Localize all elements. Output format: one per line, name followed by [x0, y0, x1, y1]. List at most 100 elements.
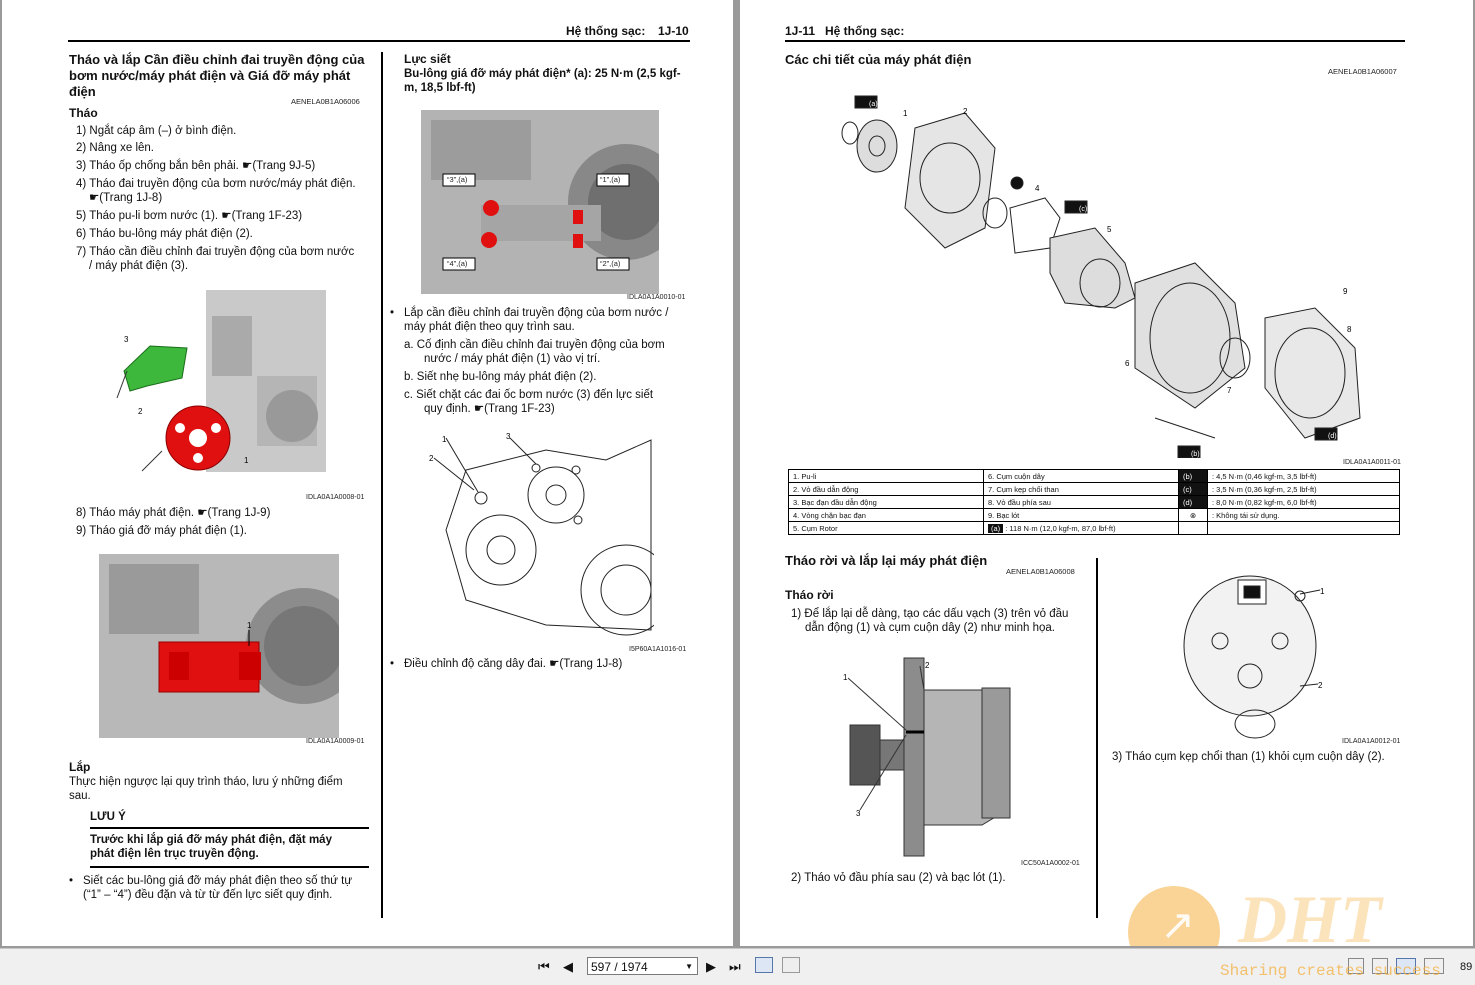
bullet-2-line2: máy phát điện theo quy trình sau.	[404, 321, 575, 333]
table-cell: : 4,5 N·m (0,46 kgf-m, 3,5 lbf-ft)	[1207, 469, 1400, 483]
step-3: 3) Tháo ốp chống bắn bên phải. ☛(Trang 9…	[76, 160, 316, 172]
note-title: LƯU Ý	[90, 811, 126, 823]
figure-4-caption: I5P60A1A1016-01	[629, 646, 687, 653]
figure-5-caption: IDLA0A1A0011-01	[1343, 459, 1401, 466]
next-page-button[interactable]: ▶	[706, 959, 716, 975]
table-cell: 6. Cụm cuộn dây	[983, 469, 1179, 483]
svg-text:(a): (a)	[869, 101, 878, 108]
torque-icon-cell: (b)	[1178, 469, 1208, 483]
svg-text:2: 2	[1318, 681, 1323, 690]
svg-text:2: 2	[925, 661, 930, 670]
table-row: 4. Vòng chặn bạc đạn 9. Bạc lót ⊗ : Khôn…	[788, 508, 1400, 522]
svg-text:5: 5	[1107, 225, 1112, 234]
fig3-label-2: “2”,(a)	[600, 259, 621, 268]
install-text-line2: sau.	[69, 790, 91, 802]
table-row: 5. Cụm Rotor (a) : 118 N·m (12,0 kgf-m, …	[788, 521, 1400, 535]
torque-line2: m, 18,5 lbf-ft)	[404, 82, 476, 94]
fit-width-icon[interactable]	[782, 957, 800, 973]
previous-page-button[interactable]: ◀	[563, 959, 573, 975]
bullet-1-line1: Siết các bu-lông giá đỡ máy phát điện th…	[83, 875, 353, 887]
note-bottom-rule	[90, 866, 369, 868]
svg-text:7: 7	[1227, 386, 1232, 395]
remove-heading: Tháo	[69, 106, 98, 120]
section-title-line2: bơm nước/máy phát điện và Giá đỡ máy phá…	[69, 68, 351, 83]
sub-step-c-line1: c. Siết chặt các đai ốc bơm nước (3) đến…	[404, 389, 654, 401]
chevron-down-icon[interactable]: ▼	[685, 958, 693, 976]
note-top-rule	[90, 827, 369, 829]
page-number-value: 597 / 1974	[591, 960, 648, 974]
fig3-label-1: “1”,(a)	[600, 175, 621, 184]
figure-brush-holder: 1 2	[1180, 566, 1330, 741]
bullet-1-line2: (“1” – “4”) đều đặn và từ từ đến lực siế…	[83, 889, 333, 901]
left-page-number: 1J-10	[658, 24, 689, 38]
disassembly-step-1-line2: dẫn động (1) và cụm cuộn dây (2) như min…	[805, 622, 1055, 634]
figure-bracket-removal: 1	[99, 554, 362, 738]
bullet-3-dot: •	[390, 658, 395, 670]
svg-text:2: 2	[138, 407, 143, 416]
left-page: Hệ thống sạc: 1J-10 Tháo và lắp Cần điều…	[2, 0, 733, 946]
svg-text:1: 1	[843, 673, 848, 682]
note-body-line2: phát điện lên trục truyền động.	[90, 848, 259, 860]
table-cell: 5. Cụm Rotor	[788, 521, 984, 535]
components-title: Các chi tiết của máy phát điện	[785, 52, 972, 67]
svg-text:(d): (d)	[1328, 433, 1337, 440]
sub-step-b: b. Siết nhẹ bu-lông máy phát điện (2).	[404, 371, 597, 383]
svg-text:(c): (c)	[1079, 206, 1087, 213]
table-cell: 2. Vỏ đầu dẫn động	[788, 482, 984, 496]
step-7-cont: / máy phát điện (3).	[89, 260, 189, 272]
figure-2-caption: IDLA0A1A0009-01	[306, 738, 365, 745]
figure-water-pump-drawing: 1 2 3	[426, 430, 672, 645]
section-title-line1: Tháo và lắp Cần điều chỉnh đai truyền độ…	[69, 52, 365, 67]
disassembly-step-2: 2) Tháo vỏ đầu phía sau (2) và bạc lót (…	[791, 872, 1006, 884]
svg-text:6: 6	[1125, 359, 1130, 368]
svg-text:8: 8	[1347, 325, 1352, 334]
section-code: AENELA0B1A06006	[291, 97, 360, 106]
page-number-input[interactable]: 597 / 1974 ▼	[587, 957, 698, 975]
svg-text:3: 3	[856, 809, 861, 818]
section-title-line3: điện	[69, 84, 96, 99]
step-5: 5) Tháo pu-li bơm nước (1). ☛(Trang 1F-2…	[76, 210, 303, 222]
table-cell: 3. Bạc đạn đầu dẫn động	[788, 495, 984, 509]
install-text-line1: Thực hiện ngược lại quy trình tháo, lưu …	[69, 776, 343, 788]
step-1: 1) Ngắt cáp âm (–) ở bình điện.	[76, 125, 237, 137]
table-row: 1. Pu-li 6. Cụm cuộn dây (b) : 4,5 N·m (…	[788, 469, 1400, 483]
step-8: 8) Tháo máy phát điện. ☛(Trang 1J-9)	[76, 507, 271, 519]
figure-alternator-exploded: (a) (c) (b) (d) 1 2 4 5 6 7 8 9	[835, 88, 1410, 459]
right-page-header: Hệ thống sạc:	[825, 24, 905, 38]
svg-text:1: 1	[244, 456, 249, 465]
svg-text:(b): (b)	[1191, 451, 1200, 458]
watermark-logo-text: DHT	[1238, 881, 1382, 946]
disassembly-step-3: 3) Tháo cụm kẹp chổi than (1) khỏi cụm c…	[1112, 751, 1385, 763]
torque-icon-cell: (d)	[1178, 495, 1208, 509]
note-body-line1: Trước khi lắp giá đỡ máy phát điện, đặt …	[90, 834, 332, 846]
svg-text:9: 9	[1343, 287, 1348, 296]
table-cell: : 8,0 N·m (0,82 kgf-m, 6,0 lbf-ft)	[1207, 495, 1400, 509]
disassembly-heading: Tháo rời	[785, 588, 834, 602]
left-page-header: Hệ thống sạc:	[566, 24, 646, 38]
svg-text:1: 1	[1320, 587, 1325, 596]
first-page-button[interactable]: ⏮	[538, 959, 550, 975]
svg-text:4: 4	[1035, 184, 1040, 193]
torque-heading: Lực siết	[404, 52, 451, 66]
right-page-number: 1J-11	[785, 24, 816, 38]
torque-icon: (a)	[988, 523, 1004, 533]
last-page-button[interactable]: ⏭	[729, 959, 741, 975]
do-not-reuse-icon: ⊗	[1178, 508, 1208, 522]
fig3-label-4: “4”,(a)	[447, 259, 468, 268]
fit-page-icon[interactable]	[755, 957, 773, 973]
step-9: 9) Tháo giá đỡ máy phát điện (1).	[76, 525, 247, 537]
zoom-value[interactable]: 89	[1460, 961, 1472, 973]
svg-text:1: 1	[903, 109, 908, 118]
table-cell	[1178, 521, 1208, 535]
sub-step-c-line2: quy định. ☛(Trang 1F-23)	[424, 403, 555, 415]
disassembly-column-divider	[1096, 558, 1098, 918]
svg-text:1: 1	[442, 435, 447, 444]
table-cell-text: : 118 N·m (12,0 kgf-m, 87,0 lbf-ft)	[1005, 523, 1116, 533]
disassembly-step-1-line1: 1) Để lắp lại dễ dàng, tạo các dấu vạch …	[791, 608, 1069, 620]
table-cell: 8. Vỏ đầu phía sau	[983, 495, 1179, 509]
right-header-rule	[785, 40, 1405, 42]
svg-text:2: 2	[963, 107, 968, 116]
disassembly-code: AENELA0B1A06008	[1006, 567, 1075, 576]
figure-1-caption: IDLA0A1A0008-01	[306, 494, 365, 501]
step-7: 7) Tháo cần điều chỉnh đai truyền động c…	[76, 246, 355, 258]
